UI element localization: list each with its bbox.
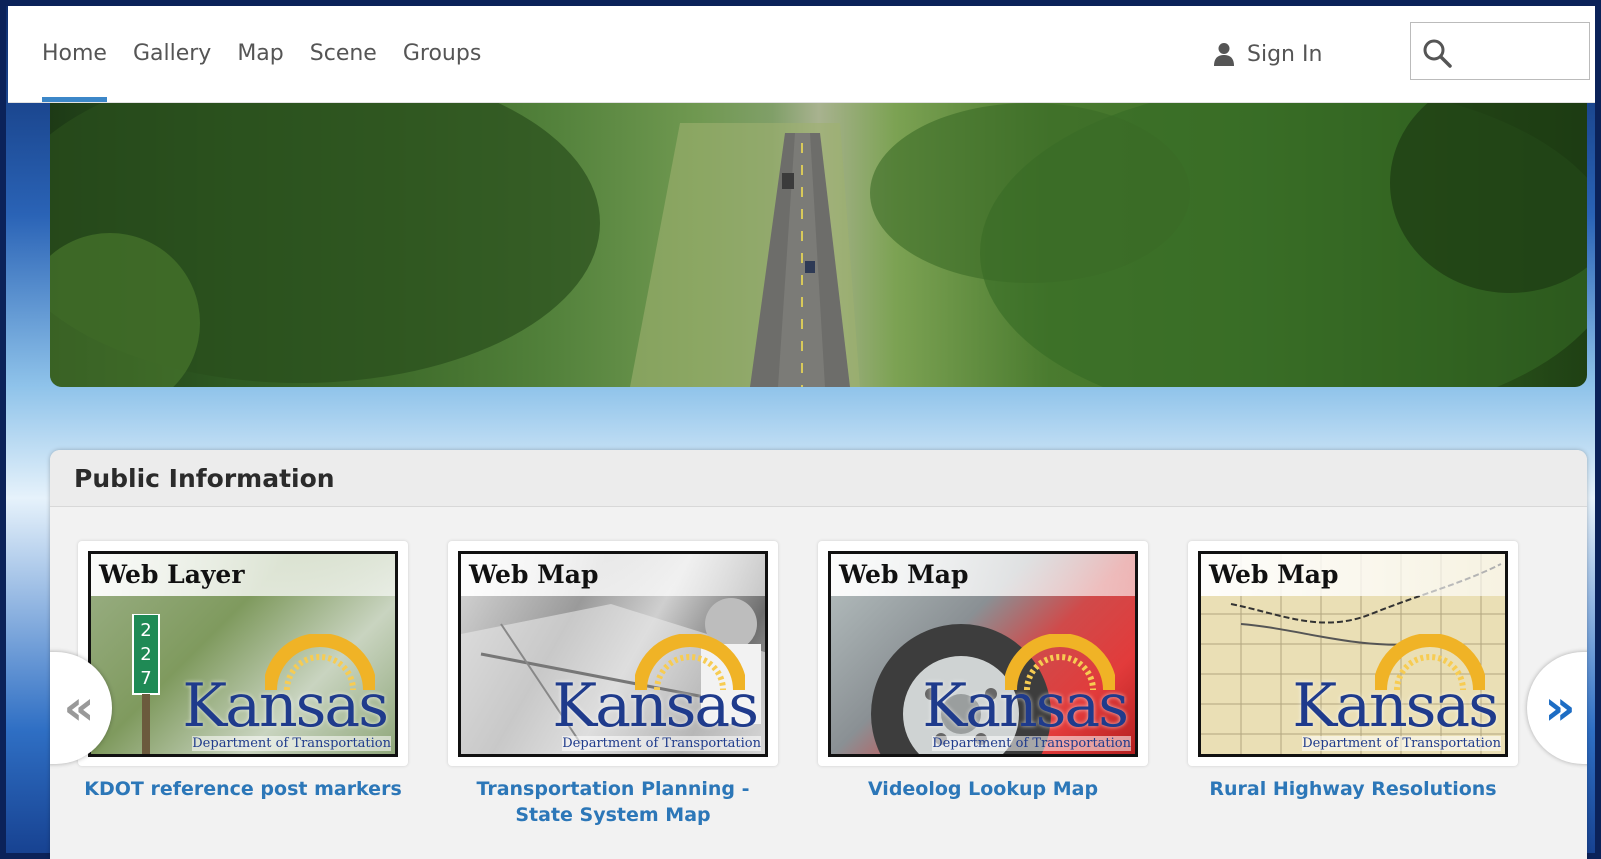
card-type-label: Web Layer — [91, 554, 395, 596]
panel-title: Public Information — [50, 450, 1587, 507]
card-thumbnail: Web Map Kansas Department of Transportat… — [1198, 551, 1508, 757]
sign-in-label: Sign In — [1247, 41, 1323, 67]
card-videolog-lookup-map[interactable]: Web Map Kansas Department of Transportat… — [818, 541, 1148, 802]
search-field[interactable] — [1410, 22, 1590, 80]
search-input[interactable] — [1459, 31, 1583, 73]
road-illustration — [50, 103, 1587, 387]
nav-groups[interactable]: Groups — [390, 6, 494, 102]
card-thumbnail: Web Map Kansas Department of Transportat… — [458, 551, 768, 757]
nav-scene[interactable]: Scene — [297, 6, 390, 102]
card-kdot-reference-post-markers[interactable]: 2 2 7 Web Layer Kansas Department of Tra… — [78, 541, 408, 802]
sign-in-button[interactable]: Sign In — [1213, 6, 1322, 102]
carousel-next-button[interactable]: » — [1527, 652, 1587, 764]
kdot-subtitle: Department of Transportation — [932, 736, 1131, 751]
card-title[interactable]: Videolog Lookup Map — [818, 776, 1148, 802]
chevron-double-right-icon: » — [1544, 680, 1576, 736]
card-carousel: 2 2 7 Web Layer Kansas Department of Tra… — [50, 507, 1587, 859]
search-icon — [1423, 39, 1452, 68]
svg-text:2: 2 — [140, 644, 151, 665]
kansas-logo-text: Kansas — [1292, 671, 1499, 741]
card-thumbnail-frame: 2 2 7 Web Layer Kansas Department of Tra… — [78, 541, 408, 766]
user-icon — [1214, 43, 1234, 66]
card-thumbnail-frame: Web Map Kansas Department of Transportat… — [818, 541, 1148, 766]
nav-gallery[interactable]: Gallery — [120, 6, 224, 102]
svg-text:7: 7 — [140, 668, 151, 689]
card-thumbnail-frame: Web Map Kansas Department of Transportat… — [1188, 541, 1518, 766]
card-type-label: Web Map — [461, 554, 765, 596]
card-transportation-planning[interactable]: Web Map Kansas Department of Transportat… — [448, 541, 778, 828]
main-nav: Home Gallery Map Scene Groups — [42, 6, 494, 102]
card-rural-highway-resolutions[interactable]: Web Map Kansas Department of Transportat… — [1188, 541, 1518, 802]
kansas-logo-text: Kansas — [922, 671, 1129, 741]
top-navigation-bar: Home Gallery Map Scene Groups Sign In — [8, 6, 1595, 103]
card-type-label: Web Map — [1201, 554, 1505, 596]
svg-text:2: 2 — [140, 620, 151, 641]
kdot-subtitle: Department of Transportation — [192, 736, 391, 751]
chevron-double-left-icon: « — [63, 680, 95, 736]
card-type-label: Web Map — [831, 554, 1135, 596]
card-thumbnail: 2 2 7 Web Layer Kansas Department of Tra… — [88, 551, 398, 757]
card-title[interactable]: KDOT reference post markers — [78, 776, 408, 802]
kdot-subtitle: Department of Transportation — [562, 736, 761, 751]
kansas-logo-text: Kansas — [552, 671, 759, 741]
card-thumbnail: Web Map Kansas Department of Transportat… — [828, 551, 1138, 757]
card-title[interactable]: Transportation Planning - State System M… — [448, 776, 778, 828]
card-title[interactable]: Rural Highway Resolutions — [1188, 776, 1518, 802]
hero-banner-image — [50, 103, 1587, 387]
kdot-subtitle: Department of Transportation — [1302, 736, 1501, 751]
kansas-logo-text: Kansas — [182, 671, 389, 741]
public-information-panel: Public Information 2 2 7 Web Layer Kansa… — [50, 450, 1587, 859]
nav-map[interactable]: Map — [224, 6, 296, 102]
milepost-sign-icon: 2 2 7 — [132, 614, 160, 754]
card-thumbnail-frame: Web Map Kansas Department of Transportat… — [448, 541, 778, 766]
nav-home[interactable]: Home — [42, 6, 120, 102]
